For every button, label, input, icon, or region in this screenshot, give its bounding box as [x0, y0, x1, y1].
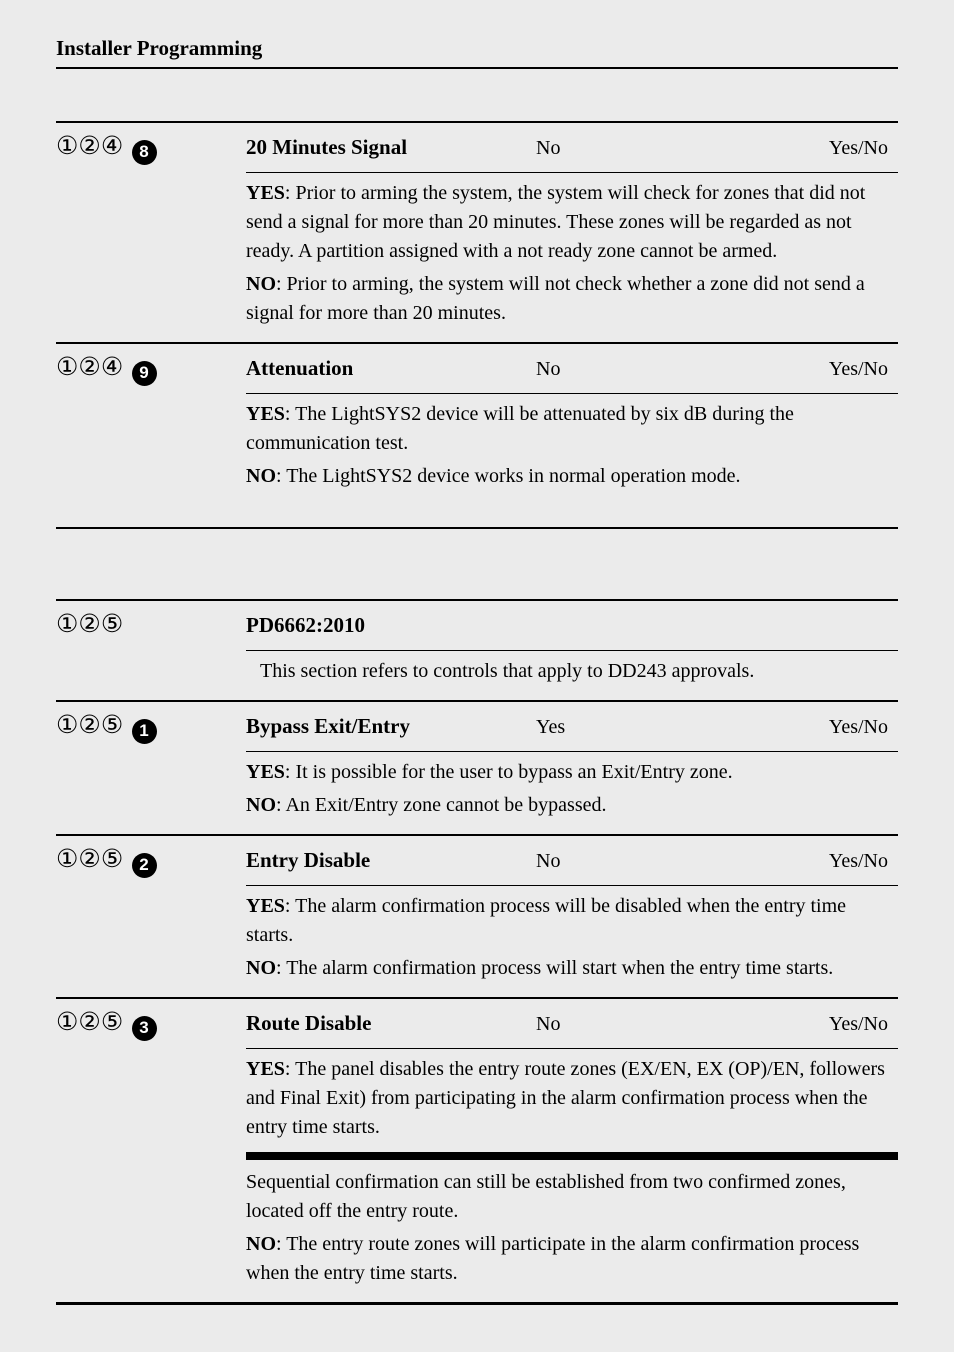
- param-name: Bypass Exit/Entry: [246, 714, 536, 739]
- param-header: Route Disable No Yes/No: [246, 1005, 898, 1042]
- yes-text: : Prior to arming the system, the system…: [246, 182, 865, 262]
- param-default: Yes: [536, 716, 746, 739]
- param-desc-row: YES: Prior to arming the system, the sys…: [56, 172, 898, 342]
- param-header: PD6662:2010: [246, 607, 898, 644]
- no-text: : The LightSYS2 device works in normal o…: [276, 465, 741, 487]
- param-row-20-minutes: ①②④ 8 20 Minutes Signal No Yes/No: [56, 123, 898, 172]
- section-end-divider: [56, 1302, 898, 1305]
- note-text: Sequential confirmation can still be est…: [246, 1168, 898, 1226]
- page-title: Installer Programming: [56, 36, 898, 61]
- no-label: NO: [246, 465, 276, 487]
- param-description: YES: It is possible for the user to bypa…: [246, 752, 898, 834]
- yes-label: YES: [246, 182, 285, 204]
- intro-text: This section refers to controls that app…: [246, 657, 898, 686]
- param-default: No: [536, 137, 746, 160]
- section-header-row: ①②⑤ PD6662:2010: [56, 601, 898, 650]
- param-name: Attenuation: [246, 356, 536, 381]
- code-bold-icon: 8: [132, 140, 157, 165]
- param-row-attenuation: ①②④ 9 Attenuation No Yes/No: [56, 344, 898, 393]
- param-header: Attenuation No Yes/No: [246, 350, 898, 387]
- param-desc-row: YES: The panel disables the entry route …: [56, 1048, 898, 1302]
- section-name: PD6662:2010: [246, 613, 365, 638]
- code-bold-icon: 9: [132, 361, 157, 386]
- param-header: Bypass Exit/Entry Yes Yes/No: [246, 708, 898, 745]
- document-page: Installer Programming ①②④ 8 20 Minutes S…: [0, 0, 954, 1345]
- menu-code: ①②④ 9: [56, 350, 246, 386]
- param-name: Route Disable: [246, 1011, 536, 1036]
- no-label: NO: [246, 794, 276, 816]
- yes-label: YES: [246, 403, 285, 425]
- param-description: YES: Prior to arming the system, the sys…: [246, 173, 898, 342]
- yes-label: YES: [246, 895, 285, 917]
- no-text: : An Exit/Entry zone cannot be bypassed.: [276, 794, 606, 816]
- param-header: Entry Disable No Yes/No: [246, 842, 898, 879]
- param-header: 20 Minutes Signal No Yes/No: [246, 129, 898, 166]
- no-text: : The entry route zones will participate…: [246, 1233, 859, 1284]
- code-digits: ①②⑤: [56, 610, 123, 638]
- note-bar-icon: [246, 1152, 898, 1160]
- menu-code: ①②⑤ 2: [56, 842, 246, 878]
- param-desc-row: YES: The LightSYS2 device will be attenu…: [56, 393, 898, 527]
- code-digits: ①②⑤: [56, 845, 123, 873]
- no-label: NO: [246, 273, 276, 295]
- param-desc-row: YES: The alarm confirmation process will…: [56, 885, 898, 997]
- menu-code: ①②⑤ 1: [56, 708, 246, 744]
- param-default: No: [536, 1013, 746, 1036]
- menu-code: ①②④ 8: [56, 129, 246, 165]
- yes-text: : The panel disables the entry route zon…: [246, 1058, 885, 1138]
- code-digits: ①②④: [56, 132, 123, 160]
- no-label: NO: [246, 1233, 276, 1255]
- yes-label: YES: [246, 1058, 285, 1080]
- menu-code: ①②⑤ 3: [56, 1005, 246, 1041]
- param-range: Yes/No: [746, 1013, 898, 1036]
- code-bold-icon: 1: [132, 719, 157, 744]
- param-row-entry-disable: ①②⑤ 2 Entry Disable No Yes/No: [56, 836, 898, 885]
- code-digits: ①②⑤: [56, 1008, 123, 1036]
- yes-label: YES: [246, 761, 285, 783]
- param-range: Yes/No: [746, 358, 898, 381]
- menu-code: ①②⑤: [56, 607, 246, 640]
- param-description: YES: The panel disables the entry route …: [246, 1049, 898, 1302]
- param-desc-row: YES: It is possible for the user to bypa…: [56, 751, 898, 834]
- param-name: 20 Minutes Signal: [246, 135, 536, 160]
- code-bold-icon: 2: [132, 853, 157, 878]
- no-text: : Prior to arming, the system will not c…: [246, 273, 865, 324]
- param-default: No: [536, 358, 746, 381]
- title-divider: [56, 67, 898, 69]
- section-intro-row: This section refers to controls that app…: [56, 650, 898, 700]
- yes-text: : It is possible for the user to bypass …: [285, 761, 733, 783]
- code-digits: ①②④: [56, 353, 123, 381]
- param-range: Yes/No: [746, 137, 898, 160]
- yes-text: : The LightSYS2 device will be attenuate…: [246, 403, 794, 454]
- yes-text: : The alarm confirmation process will be…: [246, 895, 846, 946]
- param-row-route-disable: ①②⑤ 3 Route Disable No Yes/No: [56, 999, 898, 1048]
- code-bold-icon: 3: [132, 1016, 157, 1041]
- code-digits: ①②⑤: [56, 711, 123, 739]
- param-description: YES: The LightSYS2 device will be attenu…: [246, 394, 898, 527]
- param-description: YES: The alarm confirmation process will…: [246, 886, 898, 997]
- param-name: Entry Disable: [246, 848, 536, 873]
- param-default: No: [536, 850, 746, 873]
- param-range: Yes/No: [746, 850, 898, 873]
- section-intro: This section refers to controls that app…: [246, 651, 898, 700]
- no-text: : The alarm confirmation process will st…: [276, 957, 833, 979]
- param-row-bypass: ①②⑤ 1 Bypass Exit/Entry Yes Yes/No: [56, 702, 898, 751]
- param-range: Yes/No: [746, 716, 898, 739]
- no-label: NO: [246, 957, 276, 979]
